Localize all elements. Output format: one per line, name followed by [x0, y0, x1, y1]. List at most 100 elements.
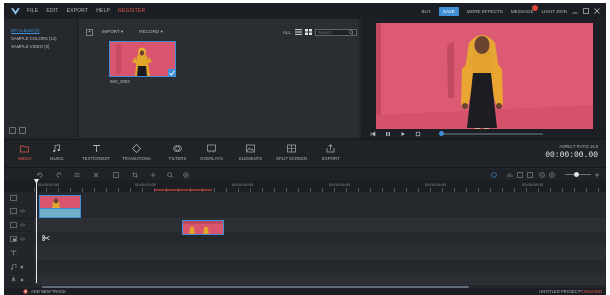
menu-bar: FILE EDIT EXPORT HELP REGISTER BUY SAVE …: [4, 3, 606, 19]
record-voiceover-icon[interactable]: [183, 172, 189, 178]
delete-icon[interactable]: [93, 172, 99, 178]
export-icon: [326, 144, 335, 153]
aspect-ratio-label[interactable]: ASPECT RATIO 16:9: [545, 144, 598, 149]
pip-track[interactable]: [34, 233, 606, 246]
grid-view-icon[interactable]: [305, 29, 312, 35]
tool-elements-label: ELEMENTS: [239, 156, 263, 161]
add-media-icon[interactable]: +: [86, 28, 93, 36]
search-field[interactable]: [315, 28, 357, 36]
minimize-icon[interactable]: [572, 8, 578, 14]
playback-progress-bar[interactable]: [439, 133, 543, 135]
list-view-icon[interactable]: [295, 29, 302, 35]
timeline-ruler[interactable]: 00:00:00:00 00:00:02:00 00:00:04:00 00:0…: [4, 180, 606, 192]
redo-icon[interactable]: [56, 172, 62, 178]
selected-check-icon: [168, 69, 176, 77]
tool-text-credit[interactable]: TEXT/CREDIT: [82, 144, 110, 161]
split-icon[interactable]: [150, 172, 156, 178]
zoom-in-icon[interactable]: [549, 172, 555, 178]
preview-video-frame: [376, 23, 593, 140]
record-dropdown[interactable]: RECORD ▾: [139, 29, 163, 35]
import-dropdown[interactable]: IMPORT ▾: [102, 29, 123, 35]
tool-media[interactable]: MEDIA: [18, 144, 32, 161]
preview-panel: [361, 19, 606, 140]
video-track-icon: [10, 222, 17, 228]
mute-icon[interactable]: [20, 265, 25, 269]
close-icon[interactable]: [594, 8, 600, 14]
save-button[interactable]: SAVE: [438, 6, 459, 16]
snap-icon[interactable]: [517, 172, 523, 178]
theme-toggle[interactable]: LIGHT SKIN: [542, 9, 567, 14]
cut-icon[interactable]: [113, 172, 119, 178]
timeline-toolbar: [4, 169, 606, 180]
tool-transitions[interactable]: TRANSITIONS: [122, 144, 151, 161]
add-new-track-label: ADD NEW TRACK: [31, 289, 67, 294]
tool-export[interactable]: EXPORT: [322, 144, 340, 161]
marker-icon[interactable]: [527, 172, 533, 178]
project-name-text: UNTITLED PROJECT*: [539, 289, 583, 294]
clip-audio-waveform: [40, 208, 80, 217]
skip-back-icon[interactable]: [370, 131, 376, 137]
delete-folder-icon[interactable]: [19, 127, 26, 134]
filter-all[interactable]: ALL: [283, 30, 291, 35]
visibility-icon[interactable]: [20, 209, 25, 213]
menu-export[interactable]: EXPORT: [67, 8, 89, 14]
tool-split-screen-label: SPLIT SCREEN: [276, 156, 307, 161]
text-icon: [92, 145, 100, 152]
tool-split-screen[interactable]: SPLIT SCREEN: [276, 144, 307, 161]
tool-transitions-label: TRANSITIONS: [122, 156, 151, 161]
visibility-icon[interactable]: [20, 237, 25, 241]
video-clip-1[interactable]: [39, 195, 81, 218]
top-right-actions: BUY SAVE MORE EFFECTS MESSAGE LIGHT SKIN: [413, 3, 600, 19]
menu-register[interactable]: REGISTER: [118, 8, 145, 14]
audio-mixer-icon[interactable]: [507, 172, 513, 178]
video-track-2[interactable]: [34, 219, 606, 235]
menu-file[interactable]: FILE: [27, 8, 38, 14]
tool-filters[interactable]: FILTERS: [169, 144, 186, 161]
tool-elements[interactable]: ELEMENTS: [239, 144, 262, 161]
stop-icon[interactable]: [415, 131, 421, 137]
library-item-sample-video[interactable]: SAMPLE VIDEO (0): [11, 44, 77, 49]
search-input[interactable]: [318, 29, 348, 35]
search-icon: [349, 29, 354, 35]
microphone-track-icon: [11, 277, 16, 282]
zoom-to-fit-icon[interactable]: [167, 172, 173, 178]
zoom-out-icon[interactable]: [539, 172, 545, 178]
messages-button[interactable]: MESSAGE: [511, 4, 538, 14]
menu-edit[interactable]: EDIT: [46, 8, 58, 14]
tool-media-label: MEDIA: [18, 156, 32, 161]
voiceover-track[interactable]: [34, 275, 606, 285]
maximize-icon[interactable]: [583, 8, 589, 14]
playback-scrubber[interactable]: [439, 131, 444, 136]
library-item-my-album[interactable]: MY ALBUM (0): [11, 28, 77, 33]
track-header-video-2: [4, 219, 34, 232]
crop-icon[interactable]: [132, 172, 138, 178]
library-footer: [9, 127, 29, 134]
render-icon[interactable]: [491, 172, 497, 178]
mute-icon[interactable]: [20, 278, 25, 282]
new-folder-icon[interactable]: [9, 127, 16, 134]
buy-button[interactable]: BUY: [421, 9, 430, 14]
more-effects-button[interactable]: MORE EFFECTS: [467, 9, 503, 14]
timeline-tracks: [4, 192, 606, 285]
zoom-plus-icon[interactable]: [594, 172, 600, 178]
adjust-icon[interactable]: [74, 172, 80, 178]
project-title: UNTITLED PROJECT*UNSAVED: [539, 289, 602, 294]
visibility-icon[interactable]: [20, 223, 25, 227]
work-area-marker: [154, 189, 212, 191]
text-track[interactable]: [34, 247, 606, 260]
menu-help[interactable]: HELP: [96, 8, 110, 14]
tool-export-label: EXPORT: [322, 156, 340, 161]
undo-icon[interactable]: [37, 172, 43, 178]
pause-icon[interactable]: [385, 131, 391, 137]
zoom-slider-handle[interactable]: [574, 172, 579, 177]
library-item-sample-colors[interactable]: SAMPLE COLORS (13): [11, 36, 77, 41]
media-thumbnail[interactable]: [109, 41, 176, 77]
music-track[interactable]: [34, 261, 606, 274]
ruler-label-5: 00:00:08:00: [522, 182, 544, 187]
video-track-1[interactable]: [34, 192, 606, 219]
tool-music[interactable]: MUSIC: [50, 144, 64, 161]
tool-overlays[interactable]: OVERLAYS: [200, 144, 223, 161]
play-icon[interactable]: [400, 131, 406, 137]
add-new-track-button[interactable]: ADD NEW TRACK: [23, 289, 66, 294]
playhead-line[interactable]: [36, 180, 37, 283]
